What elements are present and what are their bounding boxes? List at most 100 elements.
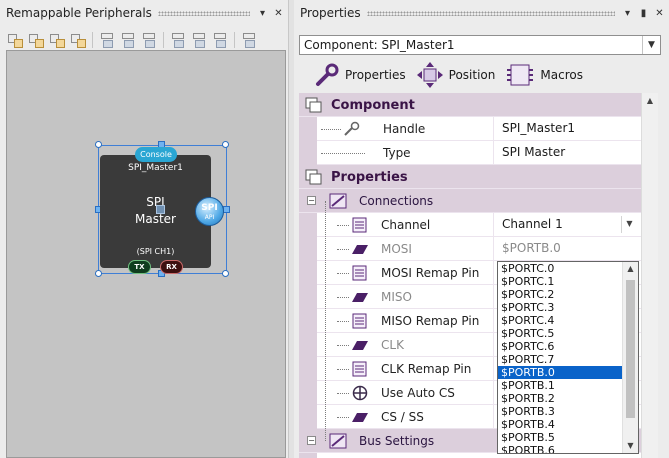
align-icon[interactable] (27, 31, 45, 49)
align-bottom-icon[interactable] (211, 31, 229, 49)
property-row-channel[interactable]: Channel Channel 1 ▼ (299, 213, 641, 237)
chevron-down-icon[interactable]: ▼ (642, 36, 660, 54)
align-icon[interactable] (69, 31, 87, 49)
component-select-value: Component: SPI_Master1 (304, 38, 455, 52)
center-handle[interactable] (156, 205, 165, 214)
distribute-icon[interactable] (240, 31, 258, 49)
tab-macros[interactable]: Macros (505, 62, 583, 88)
tree-line (337, 249, 349, 250)
subcategory-connections[interactable]: − Connections (299, 189, 641, 213)
tree-line (337, 417, 349, 418)
titlebar-grip[interactable] (157, 10, 250, 16)
tx-pin[interactable]: TX (128, 260, 151, 274)
pin-option[interactable]: $PORTC.3 (498, 301, 638, 314)
scroll-up-icon[interactable]: ▲ (623, 262, 638, 276)
tree-line (337, 225, 349, 226)
pin-dropdown-list[interactable]: $PORTC.0 $PORTC.1 $PORTC.2 $PORTC.3 $POR… (497, 261, 639, 454)
property-row-mosi[interactable]: MOSI $PORTB.0 (299, 237, 641, 261)
resize-handle[interactable] (95, 270, 102, 277)
property-name-cell: MISO (317, 285, 493, 309)
pin-option[interactable]: $PORTB.5 (498, 431, 638, 444)
subcategory-connections-label: Connections (359, 194, 434, 208)
move-icon (416, 62, 443, 88)
pin-option[interactable]: $PORTC.7 (498, 353, 638, 366)
pin-icon[interactable]: ▾ (256, 5, 269, 21)
pin-option[interactable]: $PORTB.1 (498, 379, 638, 392)
pin-icon[interactable]: ▮ (637, 5, 650, 21)
tree-line (325, 201, 326, 441)
chevron-down-icon[interactable]: ▼ (621, 216, 637, 233)
resize-handle[interactable] (222, 270, 229, 277)
property-name-cell: CLK (317, 333, 493, 357)
scroll-thumb[interactable] (626, 280, 635, 418)
property-label-clk-remap: CLK Remap Pin (381, 362, 472, 376)
pin-option[interactable]: $PORTB.2 (498, 392, 638, 405)
pin-option[interactable]: $PORTC.4 (498, 314, 638, 327)
row-gutter (299, 237, 317, 261)
property-name-cell: Handle (317, 117, 493, 141)
tab-position[interactable]: Position (416, 61, 495, 89)
pin-option[interactable]: $PORTC.5 (498, 327, 638, 340)
subcategory-bus-settings-label: Bus Settings (359, 434, 435, 448)
row-gutter (299, 357, 317, 381)
tree-line (321, 153, 365, 154)
pin-option[interactable]: $PORTC.1 (498, 275, 638, 288)
rx-pin[interactable]: RX (160, 260, 183, 274)
pin-signal-icon (352, 245, 368, 254)
align-icon[interactable] (6, 31, 24, 49)
align-top-icon[interactable] (169, 31, 187, 49)
property-grid-scrollbar[interactable]: ▲ (641, 93, 658, 458)
titlebar-grip[interactable] (366, 10, 615, 16)
pin-signal-icon (352, 413, 368, 422)
spi-badge-sub: API (204, 214, 215, 221)
scroll-up-icon[interactable]: ▲ (642, 93, 658, 109)
resize-handle[interactable] (222, 141, 229, 148)
row-gutter (299, 309, 317, 333)
align-left-icon[interactable] (98, 31, 116, 49)
collapse-icon[interactable]: − (307, 196, 316, 205)
pin-option[interactable]: $PORTB.6 (498, 444, 638, 453)
property-value-channel[interactable]: Channel 1 ▼ (493, 213, 641, 237)
tab-properties[interactable]: Properties (314, 62, 406, 88)
align-right-icon[interactable] (140, 31, 158, 49)
pin-option[interactable]: $PORTC.6 (498, 340, 638, 353)
row-gutter (299, 333, 317, 357)
pin-signal-icon (352, 293, 368, 302)
property-label-use-auto-cs: Use Auto CS (381, 386, 455, 400)
category-properties-label: Properties (331, 170, 408, 185)
property-label-handle: Handle (383, 122, 426, 136)
dropdown-icon[interactable]: ▾ (621, 5, 634, 21)
console-tag[interactable]: Console (135, 147, 177, 162)
pin-list-scrollbar[interactable]: ▲ ▼ (622, 262, 638, 453)
pin-option-selected[interactable]: $PORTB.0 (498, 366, 638, 379)
close-icon[interactable]: ✕ (272, 5, 285, 21)
close-icon[interactable]: ✕ (653, 5, 666, 21)
list-icon (352, 313, 367, 329)
align-middle-icon[interactable] (190, 31, 208, 49)
property-name-cell: Use Auto CS (317, 381, 493, 405)
pin-option[interactable]: $PORTB.4 (498, 418, 638, 431)
property-label-channel: Channel (381, 218, 431, 232)
category-properties[interactable]: Properties (299, 165, 641, 189)
property-row-type[interactable]: Type SPI Master (299, 141, 641, 165)
row-gutter (299, 405, 317, 429)
align-icon[interactable] (48, 31, 66, 49)
left-panel-title: Remappable Peripherals (6, 6, 152, 20)
tab-macros-label: Macros (540, 68, 583, 82)
pin-option[interactable]: $PORTC.2 (498, 288, 638, 301)
property-row-handle[interactable]: Handle SPI_Master1 (299, 117, 641, 141)
pin-option[interactable]: $PORTB.3 (498, 405, 638, 418)
left-panel-titlebar: Remappable Peripherals ▾ ✕ (0, 0, 288, 26)
row-gutter (299, 117, 317, 141)
scroll-down-icon[interactable]: ▼ (623, 439, 638, 453)
align-center-icon[interactable] (119, 31, 137, 49)
resize-handle[interactable] (95, 141, 102, 148)
pin-option[interactable]: $PORTC.0 (498, 262, 638, 275)
resize-handle[interactable] (223, 206, 230, 213)
component-select[interactable]: Component: SPI_Master1 ▼ (299, 35, 661, 55)
property-label-cs-ss: CS / SS (381, 410, 424, 424)
macros-icon (507, 64, 534, 86)
property-value-handle[interactable]: SPI_Master1 (493, 117, 641, 141)
collapse-icon[interactable]: − (307, 436, 316, 445)
category-component[interactable]: Component (299, 93, 641, 117)
